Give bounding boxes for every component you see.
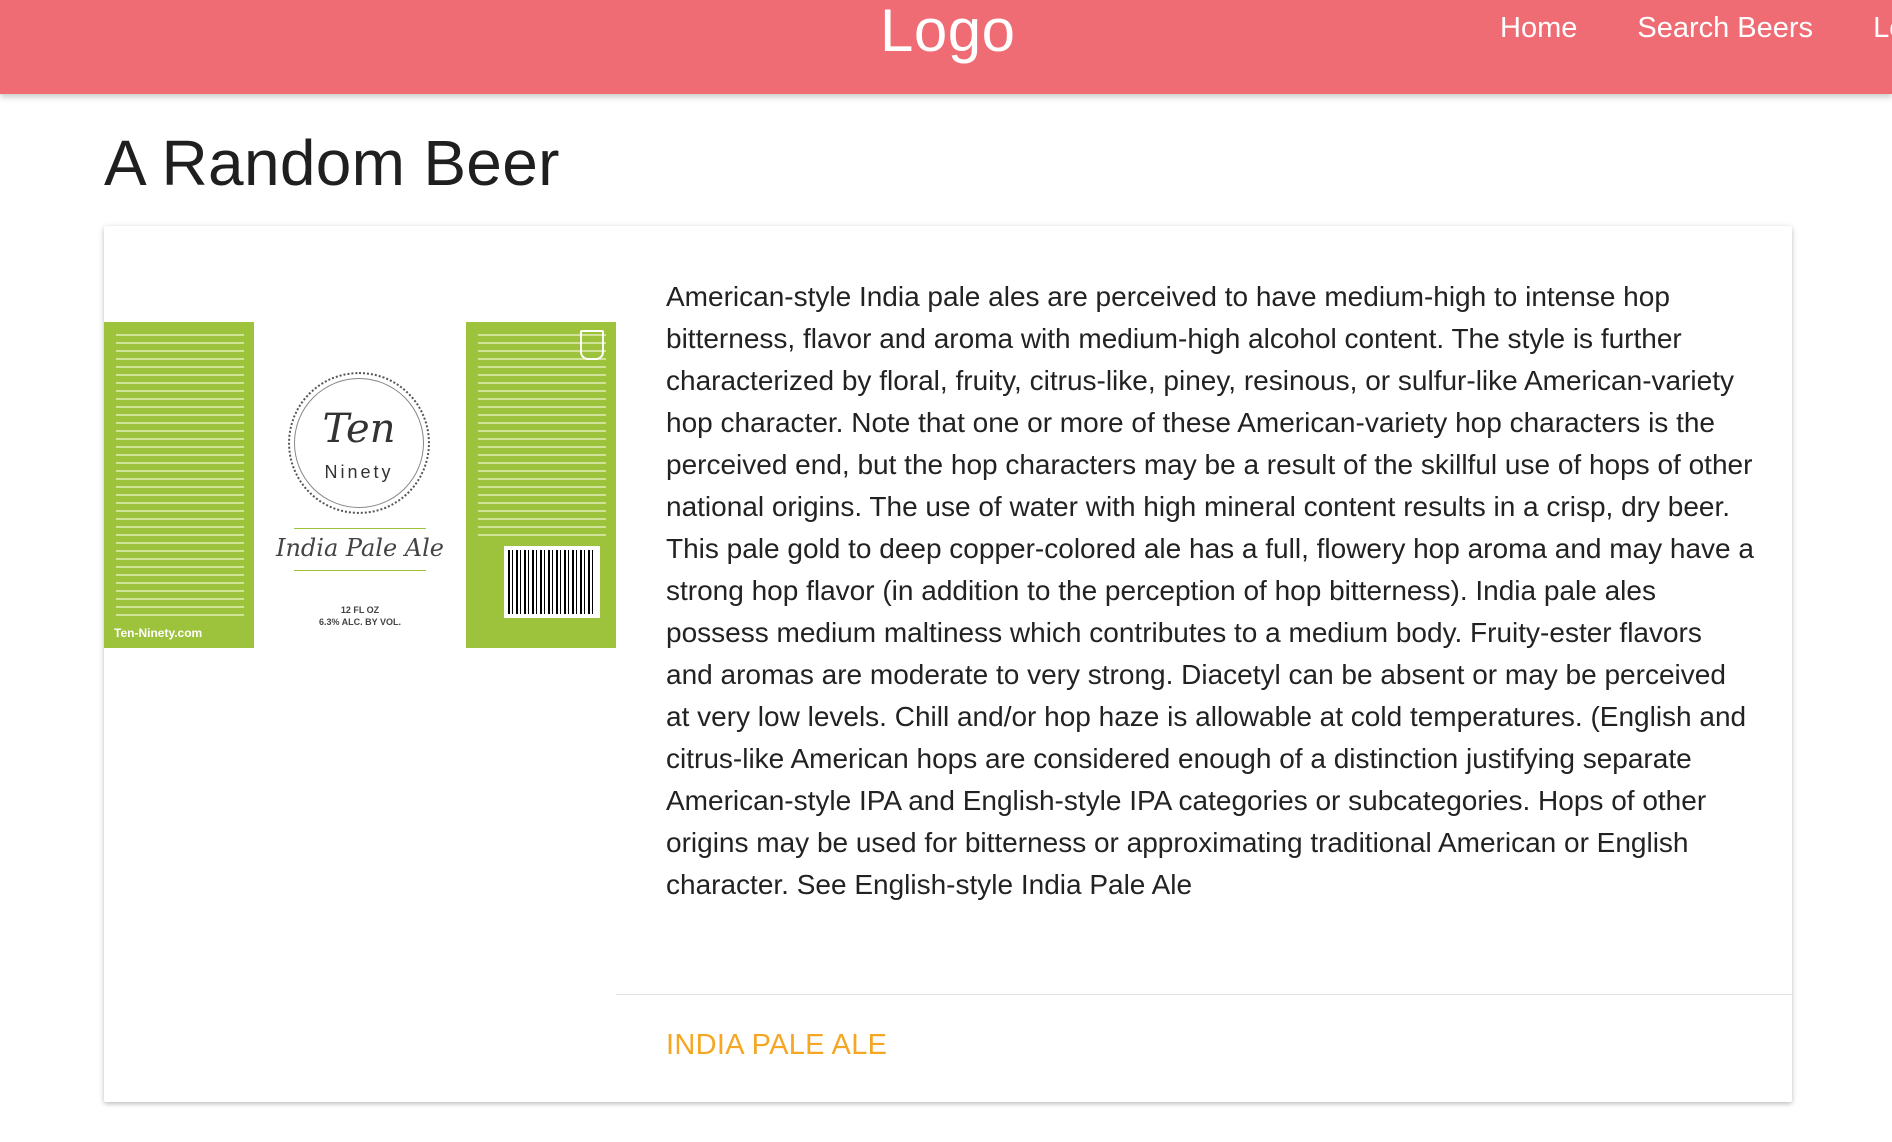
navbar: Logo Home Search Beers Logi xyxy=(0,0,1892,94)
label-rule-bottom xyxy=(294,570,426,571)
nav-link-search-beers[interactable]: Search Beers xyxy=(1607,10,1843,46)
beer-card: Ten-Ninety.com Ten Ninety India Pale Ale… xyxy=(104,226,1792,1102)
label-fine-print xyxy=(116,330,244,620)
card-action: India Pale Ale xyxy=(616,994,1792,1102)
nav-link-login[interactable]: Logi xyxy=(1843,10,1892,46)
label-style-script: India Pale Ale xyxy=(275,534,444,562)
label-volume: 12 FL OZ xyxy=(340,605,380,615)
label-rule-top xyxy=(294,528,426,529)
pint-glass-icon xyxy=(580,330,604,360)
label-center-panel: Ten Ninety India Pale Ale 12 FL OZ 6.3% … xyxy=(254,322,466,648)
label-warning-text xyxy=(478,330,606,536)
page-title: A Random Beer xyxy=(104,127,560,199)
nav-links: Home Search Beers Logi xyxy=(1470,10,1892,46)
beer-description: American-style India pale ales are perce… xyxy=(666,281,1754,900)
barcode-icon xyxy=(504,546,600,618)
beer-label-image: Ten-Ninety.com Ten Ninety India Pale Ale… xyxy=(104,322,616,648)
label-right-panel xyxy=(466,322,616,648)
label-abv: 6.3% ALC. BY VOL. xyxy=(318,617,402,627)
brand-badge-subtitle: Ninety xyxy=(324,462,394,482)
beer-style-link[interactable]: India Pale Ale xyxy=(666,1029,887,1062)
label-website: Ten-Ninety.com xyxy=(114,626,203,640)
label-meta: 12 FL OZ 6.3% ALC. BY VOL. xyxy=(254,604,466,628)
brand-logo[interactable]: Logo xyxy=(880,0,1015,65)
label-left-panel: Ten-Ninety.com xyxy=(104,322,254,648)
brand-badge: Ten Ninety xyxy=(288,372,430,514)
brand-badge-title: Ten xyxy=(322,406,396,452)
nav-link-home[interactable]: Home xyxy=(1470,10,1607,46)
